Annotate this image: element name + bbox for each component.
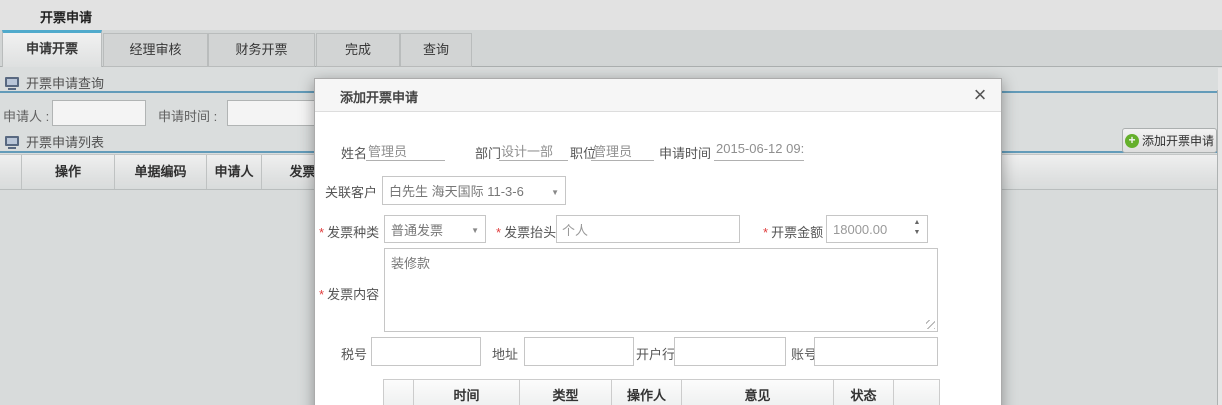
invoice-content-textarea[interactable]: 装修款 bbox=[384, 248, 938, 332]
spinner-arrows[interactable]: ▲ ▼ bbox=[912, 219, 922, 236]
dialog-title: 添加开票申请 bbox=[340, 87, 418, 106]
required-asterisk: * bbox=[763, 225, 768, 240]
amount-spinner[interactable]: 18000.00 ▲ ▼ bbox=[826, 215, 928, 243]
close-icon[interactable]: × bbox=[969, 81, 991, 109]
invoice-content-label: *发票内容 bbox=[319, 284, 379, 303]
customer-label: 关联客户 bbox=[325, 182, 377, 201]
required-asterisk: * bbox=[319, 225, 324, 240]
tax-label: 税号 bbox=[341, 344, 367, 363]
amount-value: 18000.00 bbox=[833, 222, 887, 237]
history-table-header: 时间 类型 操作人 意见 状态 bbox=[383, 379, 940, 405]
required-asterisk: * bbox=[319, 287, 324, 302]
history-column-opinion: 意见 bbox=[682, 380, 834, 405]
dept-field[interactable]: 设计一部 bbox=[499, 138, 568, 161]
chevron-down-icon: ▼ bbox=[471, 226, 479, 235]
chevron-down-icon: ▼ bbox=[551, 188, 559, 197]
history-column-empty bbox=[384, 380, 414, 405]
bank-input[interactable] bbox=[674, 337, 786, 366]
invoice-type-label: *发票种类 bbox=[319, 222, 379, 241]
address-label: 地址 bbox=[492, 344, 518, 363]
invoice-type-select-value: 普通发票 bbox=[391, 220, 443, 239]
add-invoice-dialog: 添加开票申请 × 姓名 管理员 部门 设计一部 职位 管理员 申请时间 2015… bbox=[314, 78, 1002, 405]
name-label: 姓名 bbox=[341, 143, 367, 162]
address-input[interactable] bbox=[524, 337, 634, 366]
invoice-type-select[interactable]: 普通发票 ▼ bbox=[384, 215, 486, 243]
dialog-header[interactable]: 添加开票申请 × bbox=[315, 79, 1001, 112]
history-column-status: 状态 bbox=[834, 380, 894, 405]
spin-up-icon[interactable]: ▲ bbox=[914, 219, 921, 226]
account-input[interactable] bbox=[814, 337, 938, 366]
apply-time-label: 申请时间 bbox=[659, 143, 711, 162]
spin-down-icon[interactable]: ▼ bbox=[914, 229, 921, 236]
apply-time-field[interactable]: 2015-06-12 09:53 bbox=[714, 138, 804, 161]
amount-label: *开票金额 bbox=[763, 222, 823, 241]
dept-label: 部门 bbox=[475, 143, 501, 162]
bank-label: 开户行 bbox=[636, 344, 675, 363]
customer-select[interactable]: 白先生 海天国际 11-3-6 ▼ bbox=[382, 176, 566, 205]
required-asterisk: * bbox=[496, 225, 501, 240]
invoice-title-label: *发票抬头 bbox=[496, 222, 556, 241]
history-column-empty bbox=[894, 380, 939, 405]
history-column-operator: 操作人 bbox=[612, 380, 682, 405]
history-column-time: 时间 bbox=[414, 380, 520, 405]
resize-handle-icon[interactable] bbox=[926, 320, 935, 329]
invoice-title-input[interactable] bbox=[556, 215, 740, 243]
position-field[interactable]: 管理员 bbox=[591, 138, 654, 161]
name-field[interactable]: 管理员 bbox=[366, 138, 445, 161]
history-column-type: 类型 bbox=[520, 380, 612, 405]
tax-input[interactable] bbox=[371, 337, 481, 366]
customer-select-value: 白先生 海天国际 11-3-6 bbox=[389, 181, 524, 200]
